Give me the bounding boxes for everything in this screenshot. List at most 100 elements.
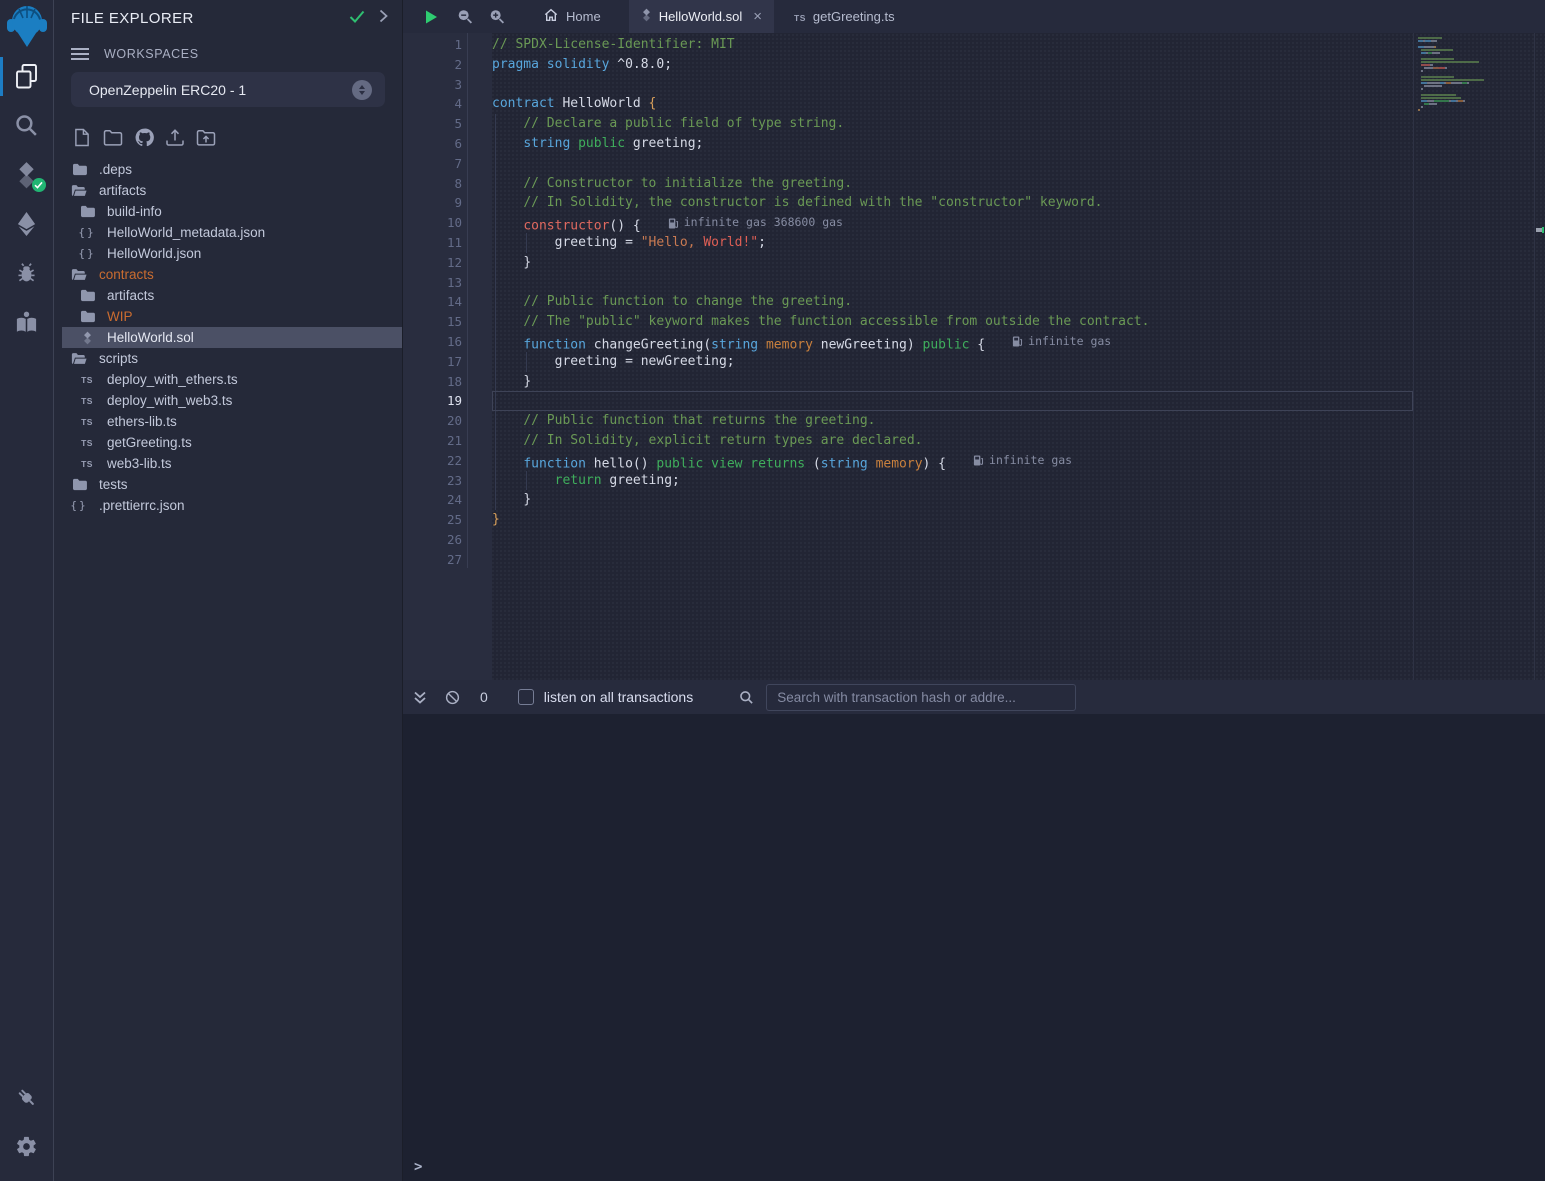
close-tab-icon[interactable]: × — [753, 9, 762, 24]
code-line[interactable]: 2pragma solidity ^0.8.0; — [403, 55, 1413, 75]
line-number[interactable]: 5 — [403, 114, 492, 134]
line-number[interactable]: 23 — [403, 471, 492, 491]
code-line[interactable]: 15 // The "public" keyword makes the fun… — [403, 312, 1413, 332]
clone-git-repository-icon[interactable] — [133, 126, 155, 148]
line-number[interactable]: 13 — [403, 273, 492, 293]
tree-item[interactable]: {}HelloWorld.json — [62, 243, 402, 264]
code-line[interactable]: 10 constructor() {infinite gas 368600 ga… — [403, 213, 1413, 233]
line-number[interactable]: 18 — [403, 372, 492, 392]
tree-item[interactable]: {}.prettierrc.json — [62, 495, 402, 516]
line-number[interactable]: 1 — [403, 35, 492, 55]
code-line[interactable]: 19 — [403, 391, 1413, 411]
create-new-file-icon[interactable] — [71, 126, 93, 148]
workspace-select[interactable]: OpenZeppelin ERC20 - 1 — [71, 72, 385, 107]
code-line[interactable]: 25} — [403, 510, 1413, 530]
terminal-output[interactable]: > — [403, 714, 1545, 1181]
code-line[interactable]: 23 return greeting; — [403, 471, 1413, 491]
line-number[interactable]: 2 — [403, 55, 492, 75]
solidity-compiler-icon[interactable] — [0, 150, 54, 199]
tree-item[interactable]: tests — [62, 474, 402, 495]
terminal-clear-icon[interactable] — [445, 690, 460, 705]
tree-item[interactable]: build-info — [62, 201, 402, 222]
upload-file-icon[interactable] — [164, 126, 186, 148]
code-line[interactable]: 20 // Public function that returns the g… — [403, 411, 1413, 431]
code-line[interactable]: 27 — [403, 550, 1413, 570]
line-number[interactable]: 27 — [403, 550, 492, 570]
code-line[interactable]: 26 — [403, 530, 1413, 550]
line-number[interactable]: 15 — [403, 312, 492, 332]
code-line[interactable]: 5 // Declare a public field of type stri… — [403, 114, 1413, 134]
code-line[interactable]: 17 greeting = newGreeting; — [403, 352, 1413, 372]
code-line[interactable]: 22 function hello() public view returns … — [403, 451, 1413, 471]
code-line[interactable]: 11 greeting = "Hello, World!"; — [403, 233, 1413, 253]
deploy-and-run-icon[interactable] — [0, 199, 54, 248]
line-number[interactable]: 3 — [403, 75, 492, 95]
tree-item[interactable]: contracts — [62, 264, 402, 285]
file-explorer-icon[interactable] — [0, 52, 54, 101]
line-number[interactable]: 6 — [403, 134, 492, 154]
line-number[interactable]: 25 — [403, 510, 492, 530]
listen-transactions-checkbox[interactable] — [518, 689, 534, 705]
code-editor[interactable]: 1// SPDX-License-Identifier: MIT2pragma … — [403, 33, 1545, 680]
terminal-expand-icon[interactable] — [413, 690, 427, 705]
line-number[interactable]: 4 — [403, 94, 492, 114]
code-line[interactable]: 18 } — [403, 372, 1413, 392]
upload-folder-icon[interactable] — [195, 126, 217, 148]
remix-logo-icon[interactable] — [2, 0, 52, 52]
line-number[interactable]: 26 — [403, 530, 492, 550]
settings-icon[interactable] — [0, 1122, 54, 1171]
tree-item[interactable]: WIP — [62, 306, 402, 327]
code-line[interactable]: 8 // Constructor to initialize the greet… — [403, 174, 1413, 194]
editor-scrollbar[interactable] — [1534, 33, 1544, 680]
tree-item[interactable]: TSdeploy_with_web3.ts — [62, 390, 402, 411]
create-new-folder-icon[interactable] — [102, 126, 124, 148]
workspaces-menu-icon[interactable] — [71, 53, 89, 55]
line-number[interactable]: 9 — [403, 193, 492, 213]
code-line[interactable]: 16 function changeGreeting(string memory… — [403, 332, 1413, 352]
tree-item[interactable]: HelloWorld.sol — [62, 327, 402, 348]
tree-item[interactable]: TSgetGreeting.ts — [62, 432, 402, 453]
editor-lines[interactable]: 1// SPDX-License-Identifier: MIT2pragma … — [403, 35, 1413, 570]
run-script-button[interactable] — [423, 0, 439, 33]
line-number[interactable]: 12 — [403, 253, 492, 273]
workspace-updown-icon[interactable] — [352, 80, 372, 100]
code-line[interactable]: 14 // Public function to change the gree… — [403, 292, 1413, 312]
tab-helloworld-sol[interactable]: HelloWorld.sol× — [629, 0, 774, 33]
line-number[interactable]: 17 — [403, 352, 492, 372]
tree-item[interactable]: .deps — [62, 159, 402, 180]
tree-item[interactable]: scripts — [62, 348, 402, 369]
tab-home[interactable]: Home — [531, 0, 613, 33]
line-number[interactable]: 24 — [403, 490, 492, 510]
tree-item[interactable]: artifacts — [62, 285, 402, 306]
tab-getgreeting-ts[interactable]: TSgetGreeting.ts — [782, 0, 907, 33]
code-line[interactable]: 12 } — [403, 253, 1413, 273]
search-icon[interactable] — [0, 101, 54, 150]
code-line[interactable]: 13 — [403, 273, 1413, 293]
plugin-manager-icon[interactable] — [0, 1073, 54, 1122]
code-line[interactable]: 3 — [403, 75, 1413, 95]
line-number[interactable]: 16 — [403, 332, 492, 352]
line-number[interactable]: 14 — [403, 292, 492, 312]
code-line[interactable]: 7 — [403, 154, 1413, 174]
accept-check-icon[interactable] — [349, 10, 365, 28]
code-line[interactable]: 4contract HelloWorld { — [403, 94, 1413, 114]
zoom-out-button[interactable] — [457, 0, 473, 33]
terminal-search-input[interactable] — [766, 684, 1076, 711]
debugger-icon[interactable] — [0, 248, 54, 297]
tree-item[interactable]: TSdeploy_with_ethers.ts — [62, 369, 402, 390]
code-line[interactable]: 24 } — [403, 490, 1413, 510]
code-line[interactable]: 6 string public greeting; — [403, 134, 1413, 154]
line-number[interactable]: 21 — [403, 431, 492, 451]
line-number[interactable]: 8 — [403, 174, 492, 194]
code-line[interactable]: 9 // In Solidity, the constructor is def… — [403, 193, 1413, 213]
code-line[interactable]: 1// SPDX-License-Identifier: MIT — [403, 35, 1413, 55]
collapse-panel-chevron-icon[interactable] — [379, 9, 388, 28]
tree-item[interactable]: TSethers-lib.ts — [62, 411, 402, 432]
line-number[interactable]: 20 — [403, 411, 492, 431]
line-number[interactable]: 11 — [403, 233, 492, 253]
tree-item[interactable]: TSweb3-lib.ts — [62, 453, 402, 474]
learneth-icon[interactable] — [0, 297, 54, 346]
editor-minimap[interactable] — [1413, 33, 1534, 680]
line-number[interactable]: 10 — [403, 213, 492, 233]
tree-item[interactable]: artifacts — [62, 180, 402, 201]
